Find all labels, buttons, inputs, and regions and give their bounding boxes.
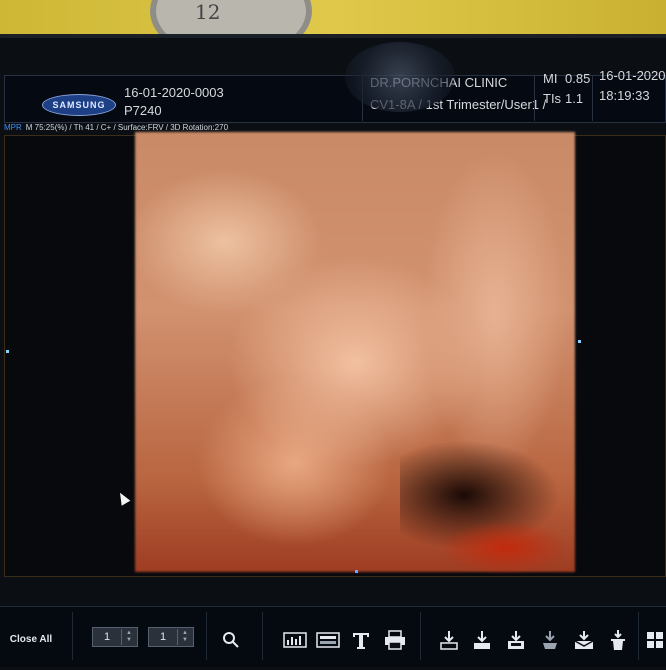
- right-marker: [578, 340, 581, 343]
- toolbar-separator: [262, 612, 263, 660]
- import-icon[interactable]: [469, 627, 495, 653]
- exam-time: 18:19:33: [599, 88, 650, 103]
- tis-label: TIs: [543, 91, 562, 106]
- exam-date: 16-01-2020: [599, 68, 666, 83]
- export-icon[interactable]: [537, 627, 563, 653]
- mi-value: 0.85: [565, 71, 591, 86]
- download-icon[interactable]: [436, 627, 462, 653]
- print-icon[interactable]: [382, 627, 408, 653]
- render-highlight: [440, 520, 570, 575]
- close-all-button[interactable]: Close All: [0, 620, 62, 658]
- patient-id: 16-01-2020-0003: [124, 85, 224, 100]
- brand-logo: SAMSUNG: [42, 94, 116, 116]
- save-icon[interactable]: [503, 627, 529, 653]
- histogram-icon[interactable]: [282, 627, 308, 653]
- bottom-marker: [355, 570, 358, 573]
- text-icon[interactable]: [348, 627, 374, 653]
- toolbar-separator: [72, 612, 73, 660]
- spinner-1-arrows[interactable]: ▲ ▼: [121, 629, 136, 645]
- mi-label: MI: [543, 71, 558, 86]
- render-params: M 75:25(%) / Th 41 / C+ / Surface:FRV / …: [25, 123, 229, 132]
- screen-reflection: [345, 42, 455, 112]
- frame-spinner-1[interactable]: 1 ▲ ▼: [92, 627, 138, 647]
- status-line: MPR M 75:25(%) / Th 41 / C+ / Surface:FRV…: [4, 123, 228, 132]
- delete-icon[interactable]: [605, 627, 631, 653]
- spinner-2-value: 1: [159, 631, 167, 643]
- frame-spinner-2[interactable]: 1 ▲ ▼: [148, 627, 194, 647]
- toolbar-separator: [638, 612, 639, 660]
- header-divider: [592, 75, 593, 121]
- mpr-mode[interactable]: MPR: [4, 123, 22, 132]
- header-divider: [534, 75, 535, 121]
- spinner-1-value: 1: [103, 631, 111, 643]
- probe-model: P7240: [124, 103, 162, 118]
- spinner-2-arrows[interactable]: ▲ ▼: [177, 629, 192, 645]
- grid-icon[interactable]: [644, 627, 666, 653]
- clock-digits: 12: [195, 0, 221, 24]
- layout-icon[interactable]: [315, 627, 341, 653]
- toolbar-separator: [206, 612, 207, 660]
- send-icon[interactable]: [571, 627, 597, 653]
- left-marker: [6, 350, 9, 353]
- search-icon[interactable]: [218, 627, 244, 653]
- toolbar-separator: [420, 612, 421, 660]
- tis-value: 1.1: [565, 91, 584, 106]
